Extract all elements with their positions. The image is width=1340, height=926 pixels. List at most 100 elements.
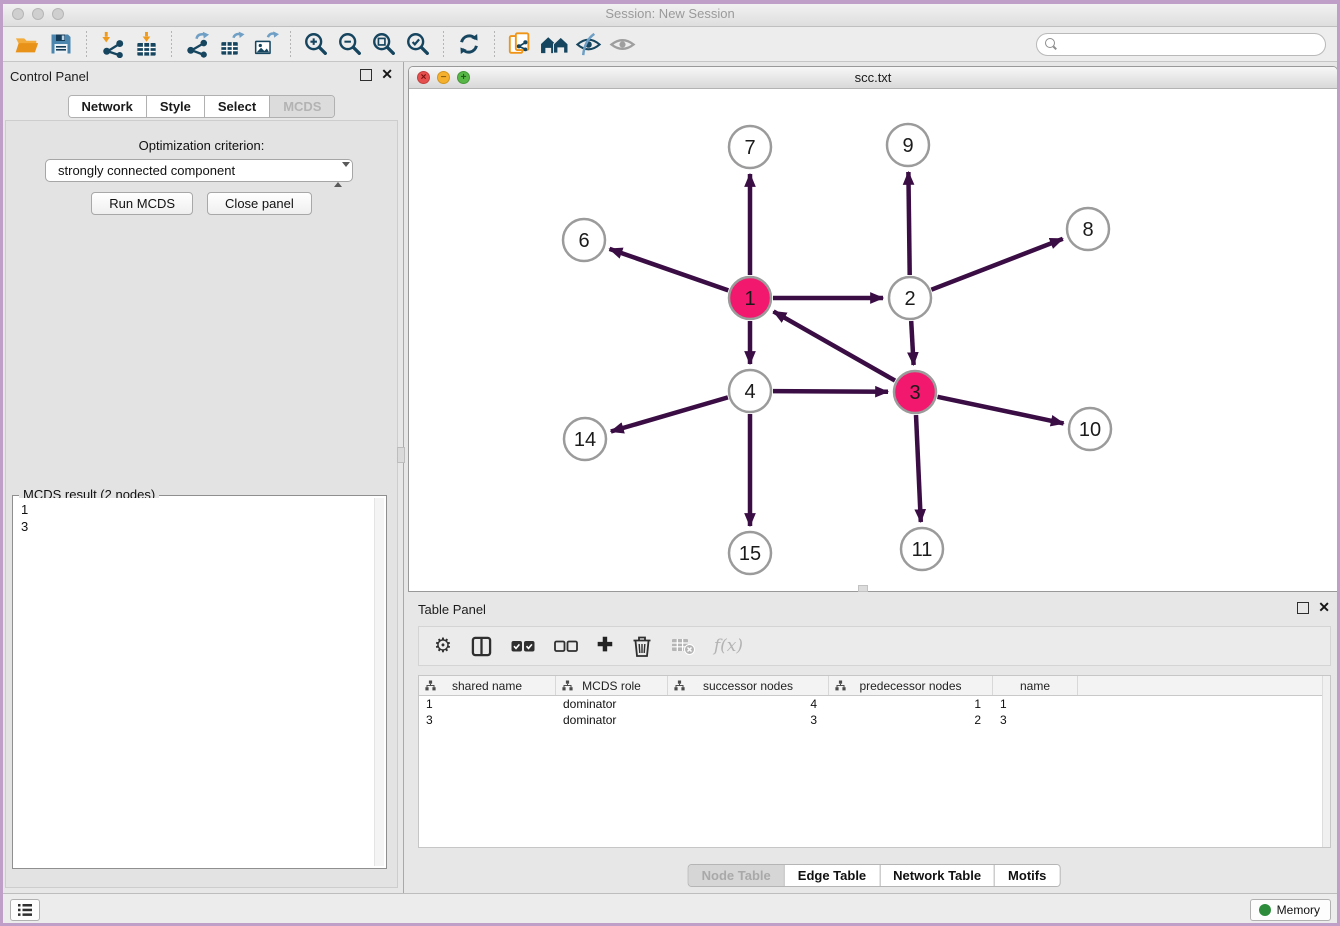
clone-network-button[interactable]	[503, 29, 537, 60]
search-input[interactable]	[1036, 33, 1326, 56]
show-columns-icon[interactable]	[471, 634, 492, 658]
table-header-row: shared nameMCDS rolesuccessor nodes prede…	[419, 676, 1330, 696]
eye-slash-icon	[575, 31, 602, 58]
network-canvas[interactable]: 7968124314101511	[409, 89, 1337, 591]
delete-table-icon[interactable]	[671, 634, 695, 658]
export-image-button[interactable]	[248, 29, 282, 60]
save-session-button[interactable]	[44, 29, 78, 60]
close-panel-icon[interactable]: ✕	[381, 68, 393, 81]
status-bar: Memory	[0, 893, 1340, 926]
column-header-mcds-role[interactable]: MCDS role	[556, 676, 668, 695]
open-session-button[interactable]	[10, 29, 44, 60]
cell-name[interactable]: 3	[993, 713, 1078, 727]
delete-column-icon[interactable]	[632, 634, 652, 658]
function-builder-icon[interactable]: f(x)	[714, 634, 743, 658]
network-close-button[interactable]: ×	[417, 71, 430, 84]
graph-edge-4-3[interactable]	[773, 391, 888, 392]
table-body: 1dominator4113dominator323	[419, 696, 1330, 728]
table-row[interactable]: 3dominator323	[419, 712, 1330, 728]
add-column-icon[interactable]: ✚	[597, 634, 613, 658]
import-network-button[interactable]	[95, 29, 129, 60]
float-panel-icon[interactable]	[360, 69, 372, 81]
column-header-label: predecessor nodes	[859, 679, 961, 693]
zoom-out-button[interactable]	[333, 29, 367, 60]
result-scrollbar[interactable]	[374, 498, 384, 866]
memory-button[interactable]: Memory	[1250, 899, 1331, 921]
run-mcds-button[interactable]: Run MCDS	[91, 192, 193, 215]
import-network-icon	[99, 31, 126, 58]
mcds-panel: Optimization criterion: strongly connect…	[5, 120, 398, 888]
column-header-successor-nodes[interactable]: successor nodes	[668, 676, 829, 695]
close-panel-button[interactable]: Close panel	[207, 192, 312, 215]
cell-shared-name[interactable]: 3	[419, 713, 556, 727]
network-window-title: scc.txt	[855, 70, 892, 85]
table-settings-icon[interactable]: ⚙	[434, 634, 452, 658]
tab-node-table[interactable]: Node Table	[689, 865, 784, 886]
zoom-selected-icon	[405, 31, 431, 57]
network-window: × − + scc.txt 7968124314101511	[408, 66, 1338, 592]
cell-mcds-role[interactable]: dominator	[556, 697, 668, 711]
hide-selected-button[interactable]	[571, 29, 605, 60]
criterion-dropdown[interactable]: strongly connected component	[45, 159, 353, 182]
export-network-button[interactable]	[180, 29, 214, 60]
zoom-out-icon	[337, 31, 363, 57]
task-history-button[interactable]	[10, 899, 40, 921]
column-type-icon	[562, 680, 573, 691]
export-table-button[interactable]	[214, 29, 248, 60]
graph-edge-2-3[interactable]	[911, 321, 913, 365]
zoom-fit-icon	[371, 31, 397, 57]
network-minimize-button[interactable]: −	[437, 71, 450, 84]
float-panel-icon[interactable]	[1297, 602, 1309, 614]
window-resize-grip[interactable]	[858, 585, 868, 592]
table-row[interactable]: 1dominator411	[419, 696, 1330, 712]
unselect-all-columns-icon[interactable]	[554, 634, 578, 658]
graph-edge-3-11[interactable]	[916, 415, 921, 522]
cell-successor-nodes[interactable]: 3	[668, 713, 829, 727]
graph-edge-1-6[interactable]	[610, 249, 729, 291]
show-all-button[interactable]	[605, 29, 639, 60]
application-window: Session: New Session	[0, 0, 1340, 926]
graph-edge-3-1[interactable]	[774, 311, 896, 380]
save-floppy-icon	[49, 32, 73, 56]
close-panel-icon[interactable]: ✕	[1318, 601, 1330, 614]
first-neighbors-button[interactable]	[537, 29, 571, 60]
apply-layout-button[interactable]	[452, 29, 486, 60]
cell-predecessor-nodes[interactable]: 2	[829, 713, 993, 727]
graph-edge-2-9[interactable]	[908, 172, 909, 275]
tab-style[interactable]: Style	[146, 96, 204, 117]
zoom-fit-button[interactable]	[367, 29, 401, 60]
column-header-name[interactable]: name	[993, 676, 1078, 695]
tab-network[interactable]: Network	[69, 96, 146, 117]
network-window-titlebar: × − + scc.txt	[409, 67, 1337, 89]
control-panel-buttons: ✕	[360, 68, 393, 81]
tab-select[interactable]: Select	[204, 96, 269, 117]
graph-edge-4-14[interactable]	[611, 397, 728, 431]
window-border-left	[0, 0, 3, 926]
toolbar-separator	[86, 31, 87, 57]
graph-node-label-8: 8	[1082, 219, 1093, 241]
column-header-shared-name[interactable]: shared name	[419, 676, 556, 695]
select-all-columns-icon[interactable]	[511, 634, 535, 658]
zoom-in-button[interactable]	[299, 29, 333, 60]
graph-edge-2-8[interactable]	[931, 239, 1062, 290]
column-type-icon	[674, 680, 685, 691]
cell-mcds-role[interactable]: dominator	[556, 713, 668, 727]
column-header-predecessor-nodes[interactable]: predecessor nodes	[829, 676, 993, 695]
graph-edge-3-10[interactable]	[938, 397, 1064, 424]
cell-name[interactable]: 1	[993, 697, 1078, 711]
splitter-grip[interactable]	[397, 447, 405, 463]
dropdown-stepper-icon	[334, 164, 343, 185]
tab-edge-table[interactable]: Edge Table	[784, 865, 879, 886]
network-maximize-button[interactable]: +	[457, 71, 470, 84]
optimization-criterion-label: Optimization criterion:	[6, 138, 397, 153]
cell-predecessor-nodes[interactable]: 1	[829, 697, 993, 711]
tab-network-table[interactable]: Network Table	[879, 865, 994, 886]
cell-successor-nodes[interactable]: 4	[668, 697, 829, 711]
cell-shared-name[interactable]: 1	[419, 697, 556, 711]
tab-mcds[interactable]: MCDS	[269, 96, 334, 117]
table-scrollbar[interactable]	[1322, 676, 1330, 847]
tab-motifs[interactable]: Motifs	[994, 865, 1059, 886]
import-table-button[interactable]	[129, 29, 163, 60]
zoom-selected-button[interactable]	[401, 29, 435, 60]
mcds-result-textarea[interactable]: 13	[15, 498, 384, 866]
